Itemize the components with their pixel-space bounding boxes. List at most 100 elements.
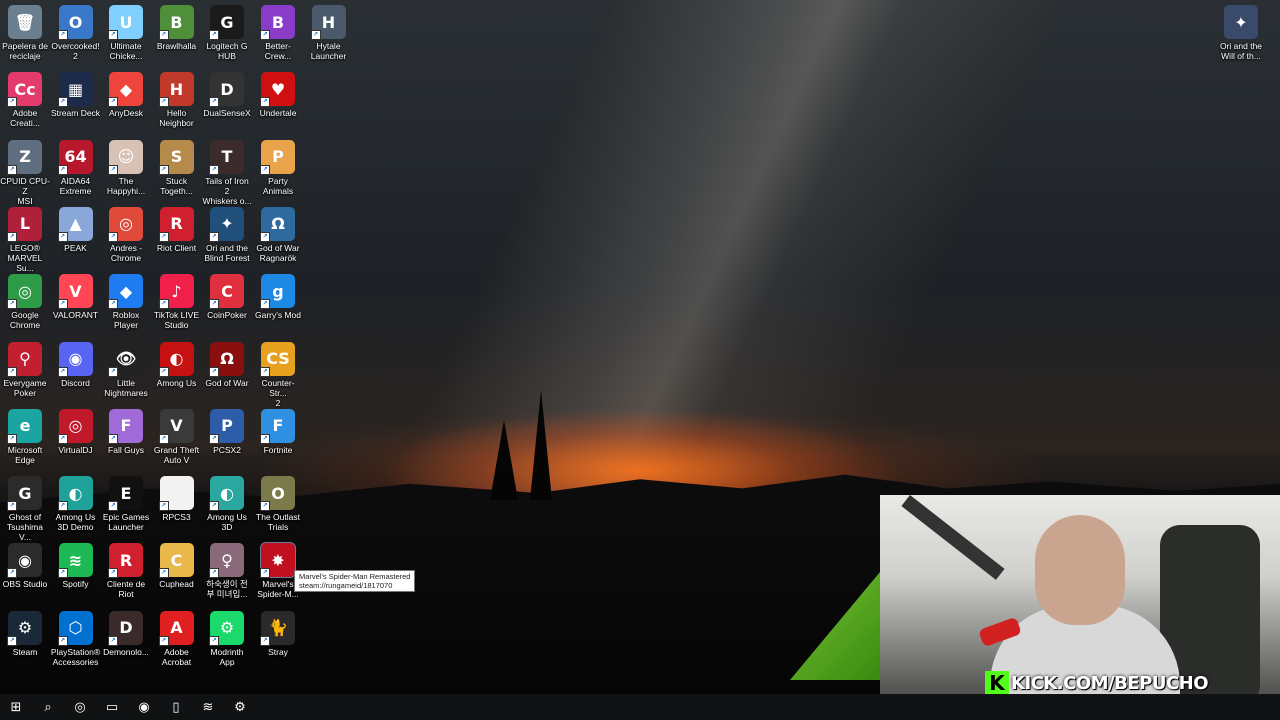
desktop-icon[interactable]: E ↗ Epic Games Launcher — [101, 476, 151, 532]
app-icon-glyph: ◎ — [119, 214, 133, 234]
desktop-icon[interactable]: ⚙ ↗ Steam — [0, 610, 50, 657]
desktop-icon[interactable]: ♀ ↗ 하숙생이 전 부 미녀입... — [202, 543, 252, 599]
desktop-icon-label: PlayStation® Accessories — [50, 646, 101, 667]
desktop-icon[interactable]: P ↗ Party Animals — [253, 139, 303, 196]
desktop-icon[interactable]: Ω ↗ God of War Ragnarök — [253, 206, 303, 263]
desktop-icon[interactable]: L ↗ LEGO® MARVEL Su... — [0, 206, 50, 273]
start-icon[interactable]: ⊞ — [0, 694, 32, 720]
shortcut-arrow-icon: ↗ — [108, 568, 118, 579]
desktop-icon[interactable]: ✦ ↗ Ori and the Blind Forest — [202, 206, 252, 263]
steam-icon[interactable]: ⚙ — [224, 694, 256, 720]
desktop-icon[interactable]: Z ↗ CPUID CPU-Z MSI — [0, 139, 50, 206]
desktop-icon[interactable]: V ↗ Grand Theft Auto V — [152, 408, 202, 465]
desktop-icon[interactable]: A ↗ Adobe Acrobat — [152, 610, 202, 667]
desktop-icon[interactable]: H ↗ Hytale Launcher — [304, 5, 354, 61]
desktop-icon[interactable]: B ↗ Brawlhalla — [152, 5, 202, 51]
desktop-icon[interactable]: ⚙ ↗ Modrinth App — [202, 610, 252, 667]
app-icon: ◐ ↗ — [209, 476, 244, 512]
desktop-icon[interactable]: D ↗ Demonolo... — [101, 610, 151, 657]
desktop-icon[interactable]: G ↗ Logitech G HUB — [202, 5, 252, 61]
desktop-icon[interactable]: CS ↗ Counter-Str... 2 — [253, 341, 303, 408]
desktop-icon[interactable]: ◉ ↗ OBS Studio — [0, 543, 50, 589]
spotify-icon[interactable]: ≋ — [192, 694, 224, 720]
desktop-icon[interactable]: ≋ ↗ Spotify — [51, 543, 101, 589]
app-icon: ◉ ↗ — [7, 543, 42, 579]
desktop-icon-label: Garry's Mod — [254, 310, 302, 321]
desktop-icon[interactable]: ◆ ↗ Roblox Player — [101, 274, 151, 330]
desktop-icon-label: Papelera de reciclaje — [2, 41, 48, 61]
desktop-icon[interactable]: ↗ RPCS3 — [152, 476, 202, 522]
desktop-icon-label: Demonolo... — [103, 646, 149, 657]
desktop-icon-label: Ghost of Tsushima V... — [7, 512, 43, 543]
desktop-icon[interactable]: Ω ↗ God of War — [202, 341, 252, 388]
app-icon: F ↗ — [260, 408, 295, 444]
desktop-icon[interactable]: ⚲ ↗ Everygame Poker — [0, 341, 50, 398]
desktop-icon[interactable]: T ↗ Tails of Iron 2 Whiskers o... — [202, 139, 252, 206]
desktop-icon[interactable]: C ↗ CoinPoker — [202, 274, 252, 320]
desktop-icon[interactable]: V ↗ VALORANT — [51, 274, 101, 320]
desktop-icon[interactable]: R ↗ Riot Client — [152, 206, 202, 253]
shortcut-arrow-icon: ↗ — [7, 501, 17, 512]
obs-icon[interactable]: ◉ — [128, 694, 160, 720]
desktop-icon[interactable]: 64 ↗ AIDA64 Extreme — [51, 139, 101, 196]
desktop-icon-label: Little Nightmares — [104, 377, 148, 398]
app-icon-glyph: ≋ — [68, 550, 83, 570]
desktop-icon[interactable]: ☺ ↗ The Happyhi... — [101, 139, 151, 196]
shortcut-arrow-icon: ↗ — [209, 97, 219, 108]
desktop-icon[interactable]: ◎ ↗ Google Chrome — [0, 274, 50, 330]
desktop-icon[interactable]: F ↗ Fortnite — [253, 408, 303, 455]
desktop-icon[interactable]: B ↗ Better-Crew... — [253, 5, 303, 61]
desktop-icon[interactable]: D ↗ DualSenseX — [202, 72, 252, 118]
search-icon[interactable]: ⌕ — [32, 694, 64, 720]
shortcut-arrow-icon: ↗ — [7, 568, 17, 579]
desktop-icon[interactable]: Cc ↗ Adobe Creati... — [0, 72, 50, 128]
chrome-icon[interactable]: ◎ — [64, 694, 96, 720]
shortcut-arrow-icon: ↗ — [57, 164, 68, 175]
desktop-icon[interactable]: O ↗ Overcooked! 2 — [51, 5, 101, 61]
desktop-icon[interactable]: ◐ ↗ Among Us 3D — [202, 476, 252, 532]
desktop-icon[interactable]: ◎ ↗ Andres - Chrome — [101, 206, 151, 263]
app-icon-glyph: H — [321, 12, 336, 32]
desktop-icon[interactable]: ⬡ ↗ PlayStation® Accessories — [50, 610, 101, 667]
file-explorer-icon[interactable]: ▭ — [96, 694, 128, 720]
desktop-icon[interactable]: ▦ ↗ Stream Deck — [51, 72, 101, 118]
shortcut-arrow-icon: ↗ — [7, 231, 17, 242]
app-icon: ◎ ↗ — [7, 274, 42, 310]
desktop-icon[interactable]: ◎ ↗ VirtualDJ — [51, 408, 101, 455]
desktop-icon[interactable]: U ↗ Ultimate Chicke... — [101, 5, 151, 61]
desktop-icon[interactable]: 🐈 ↗ Stray — [253, 610, 303, 657]
desktop-icon[interactable]: ▲ ↗ PEAK — [51, 206, 101, 253]
desktop-icon[interactable]: ♪ ↗ TikTok LIVE Studio — [152, 274, 202, 330]
desktop-icon[interactable]: ◉ ↗ Discord — [51, 341, 101, 388]
desktop-icon[interactable]: ◐ ↗ Among Us — [152, 341, 202, 388]
desktop-icon-label: CPUID CPU-Z MSI — [0, 175, 50, 206]
app-icon: F ↗ — [108, 408, 143, 444]
desktop-icon[interactable]: e ↗ Microsoft Edge — [0, 408, 50, 465]
desktop-icon[interactable]: S ↗ Stuck Togeth... — [152, 139, 202, 196]
desktop-icon[interactable]: F ↗ Fall Guys — [101, 408, 151, 455]
desktop-icon-ori-will[interactable]: ✦ Ori and the Will of th... — [1216, 5, 1266, 61]
desktop-icon[interactable]: C ↗ Cuphead — [152, 543, 202, 589]
app-icon: G ↗ — [209, 5, 244, 40]
notepad-icon[interactable]: ▯ — [160, 694, 192, 720]
app-icon-glyph: ⚲ — [19, 349, 31, 368]
desktop-icon[interactable]: 🗑 Papelera de reciclaje — [0, 5, 50, 61]
desktop-icon[interactable]: ♥ ↗ Undertale — [253, 72, 303, 118]
desktop-icon[interactable]: R ↗ Cliente de Riot — [101, 543, 151, 599]
app-icon-glyph: ⚙ — [219, 618, 235, 638]
desktop-icon-label: Counter-Str... 2 — [261, 377, 295, 408]
webcam-person-head — [1035, 515, 1125, 625]
desktop-icon-label: OBS Studio — [2, 579, 48, 590]
desktop-icon[interactable]: O ↗ The Outlast Trials — [253, 476, 303, 532]
taskbar: ⊞ ⌕ ◎ ▭ ◉ ▯ ≋ ⚙ — [0, 694, 1280, 720]
app-icon-glyph: D — [119, 618, 133, 638]
desktop-icon[interactable]: H ↗ Hello Neighbor — [152, 72, 202, 128]
desktop-icon[interactable]: g ↗ Garry's Mod — [253, 274, 303, 320]
desktop-icon[interactable]: 👁 ↗ Little Nightmares — [101, 341, 151, 398]
desktop-icon[interactable]: G ↗ Ghost of Tsushima V... — [0, 476, 50, 542]
desktop-icon[interactable]: P ↗ PCSX2 — [202, 408, 252, 455]
app-icon-glyph: ✦ — [220, 214, 234, 234]
desktop-icon[interactable]: ◆ ↗ AnyDesk — [101, 72, 151, 118]
desktop-icon[interactable]: ◐ ↗ Among Us 3D Demo — [51, 476, 101, 532]
shortcut-arrow-icon: ↗ — [7, 366, 17, 377]
